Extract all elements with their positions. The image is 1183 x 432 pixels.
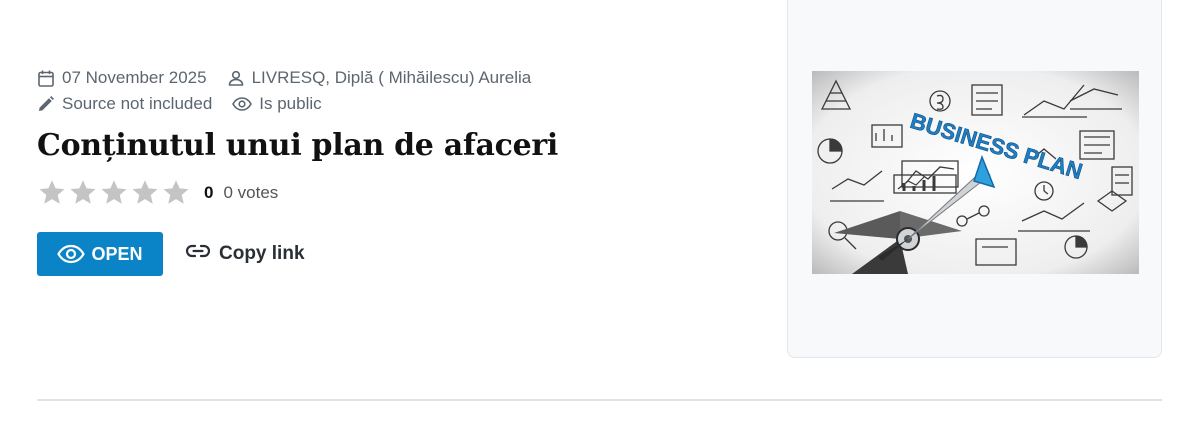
open-button[interactable]: OPEN: [37, 232, 163, 276]
section-divider: [37, 399, 1162, 401]
star-icon[interactable]: [161, 178, 191, 208]
date-meta: 07 November 2025: [37, 68, 207, 88]
meta-row-primary: 07 November 2025 LIVRESQ, Diplă ( Mihăil…: [37, 68, 531, 88]
eye-icon: [232, 96, 253, 112]
star-icon[interactable]: [68, 178, 98, 208]
calendar-icon: [37, 69, 55, 88]
visibility-status: Is public: [259, 94, 322, 113]
star-rating[interactable]: [37, 178, 191, 208]
vote-count: 0 votes: [223, 183, 279, 202]
open-button-label: OPEN: [91, 243, 143, 264]
resource-title: Conținutul unui plan de afaceri: [37, 128, 558, 163]
source-status: Source not included: [62, 94, 213, 113]
link-icon: [185, 243, 211, 265]
publish-date: 07 November 2025: [62, 68, 207, 87]
visibility-meta: Is public: [232, 94, 322, 114]
pencil-icon: [37, 95, 55, 113]
author-meta: LIVRESQ, Diplă ( Mihăilescu) Aurelia: [227, 68, 532, 88]
source-meta: Source not included: [37, 94, 212, 114]
eye-icon: [57, 244, 86, 264]
copy-link-button[interactable]: Copy link: [185, 232, 305, 276]
resource-thumbnail[interactable]: BUSINESS PLAN: [812, 71, 1139, 274]
user-icon: [227, 69, 245, 87]
copy-link-label: Copy link: [219, 243, 305, 264]
author-name: LIVRESQ, Diplă ( Mihăilescu) Aurelia: [251, 68, 532, 87]
meta-row-secondary: Source not included Is public: [37, 94, 322, 114]
rating-widget: 0 0 votes: [37, 178, 278, 208]
star-icon[interactable]: [37, 178, 67, 208]
star-icon[interactable]: [99, 178, 129, 208]
star-icon[interactable]: [130, 178, 160, 208]
rating-value: 0: [204, 183, 214, 202]
